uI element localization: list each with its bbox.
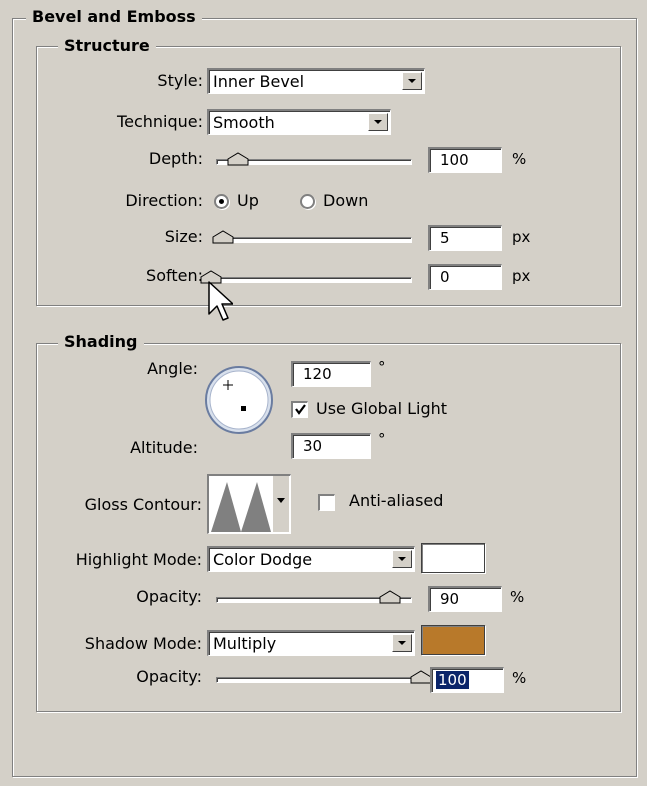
- soften-slider-track[interactable]: [208, 277, 412, 283]
- chevron-down-icon[interactable]: [402, 72, 422, 90]
- technique-label: Technique:: [117, 112, 203, 131]
- style-label: Style:: [157, 71, 203, 90]
- altitude-label: Altitude:: [130, 438, 198, 457]
- shadow-color-swatch[interactable]: [421, 625, 485, 655]
- panel-title: Bevel and Emboss: [26, 8, 202, 26]
- direction-label: Direction:: [125, 191, 203, 210]
- use-global-light-checkbox[interactable]: [291, 401, 308, 418]
- depth-input[interactable]: 100: [428, 147, 502, 173]
- shadow-opacity-value: 100: [436, 671, 469, 689]
- style-select[interactable]: Inner Bevel: [207, 68, 425, 94]
- size-input[interactable]: 5: [428, 225, 502, 251]
- anti-aliased-checkbox[interactable]: [318, 494, 335, 511]
- direction-down-radio[interactable]: [300, 194, 315, 209]
- highlight-opacity-input[interactable]: 90: [428, 586, 502, 612]
- altitude-unit: °: [378, 430, 386, 448]
- direction-up-label[interactable]: Up: [237, 190, 259, 212]
- gloss-contour-picker[interactable]: [207, 474, 291, 534]
- highlight-opacity-label: Opacity:: [136, 587, 202, 606]
- contour-dropdown-button[interactable]: [272, 476, 289, 532]
- chevron-down-icon[interactable]: [392, 550, 412, 568]
- shadow-opacity-input[interactable]: 100: [430, 667, 504, 693]
- shadow-opacity-label: Opacity:: [136, 667, 202, 686]
- shadow-opacity-slider-track[interactable]: [216, 677, 424, 683]
- chevron-down-icon: [277, 498, 285, 503]
- shadow-opacity-unit: %: [512, 669, 527, 687]
- size-unit: px: [512, 228, 531, 246]
- angle-unit: °: [378, 358, 386, 376]
- technique-value: Smooth: [213, 113, 275, 132]
- highlight-color-swatch[interactable]: [421, 543, 485, 573]
- angle-center-dot: [241, 406, 246, 411]
- structure-title: Structure: [58, 37, 156, 55]
- shadow-mode-select[interactable]: Multiply: [207, 630, 415, 656]
- depth-unit: %: [512, 150, 527, 168]
- anti-aliased-label[interactable]: Anti-aliased: [349, 490, 443, 512]
- use-global-light-label[interactable]: Use Global Light: [316, 398, 447, 420]
- highlight-mode-select[interactable]: Color Dodge: [207, 546, 415, 572]
- altitude-input[interactable]: 30: [291, 433, 371, 459]
- arrow-cursor-icon: [208, 281, 233, 321]
- size-slider-track[interactable]: [216, 237, 412, 243]
- angle-label: Angle:: [147, 359, 198, 378]
- technique-select[interactable]: Smooth: [207, 109, 391, 135]
- highlight-opacity-slider-thumb[interactable]: [379, 590, 401, 604]
- chevron-down-icon[interactable]: [392, 634, 412, 652]
- direction-up-radio[interactable]: [214, 194, 229, 209]
- size-slider-thumb[interactable]: [212, 230, 234, 244]
- angle-input[interactable]: 120: [291, 361, 371, 387]
- depth-label: Depth:: [148, 149, 203, 168]
- depth-slider-thumb[interactable]: [227, 152, 249, 166]
- shading-title: Shading: [58, 333, 144, 351]
- gloss-contour-label: Gloss Contour:: [84, 495, 202, 514]
- soften-input[interactable]: 0: [428, 264, 502, 290]
- angle-dial[interactable]: [203, 364, 275, 436]
- size-label: Size:: [164, 227, 203, 246]
- contour-preview-icon: [211, 478, 271, 532]
- style-value: Inner Bevel: [213, 72, 305, 91]
- checkmark-icon: [294, 404, 306, 415]
- chevron-down-icon[interactable]: [368, 113, 388, 131]
- soften-label: Soften:: [146, 266, 203, 285]
- highlight-mode-label: Highlight Mode:: [75, 550, 202, 569]
- radio-dot-icon: [219, 199, 224, 204]
- shadow-mode-value: Multiply: [213, 634, 277, 653]
- direction-down-label[interactable]: Down: [323, 190, 368, 212]
- highlight-mode-value: Color Dodge: [213, 550, 313, 569]
- shadow-opacity-slider-thumb[interactable]: [410, 670, 432, 684]
- shadow-mode-label: Shadow Mode:: [84, 634, 202, 653]
- soften-unit: px: [512, 267, 531, 285]
- highlight-opacity-unit: %: [510, 588, 525, 606]
